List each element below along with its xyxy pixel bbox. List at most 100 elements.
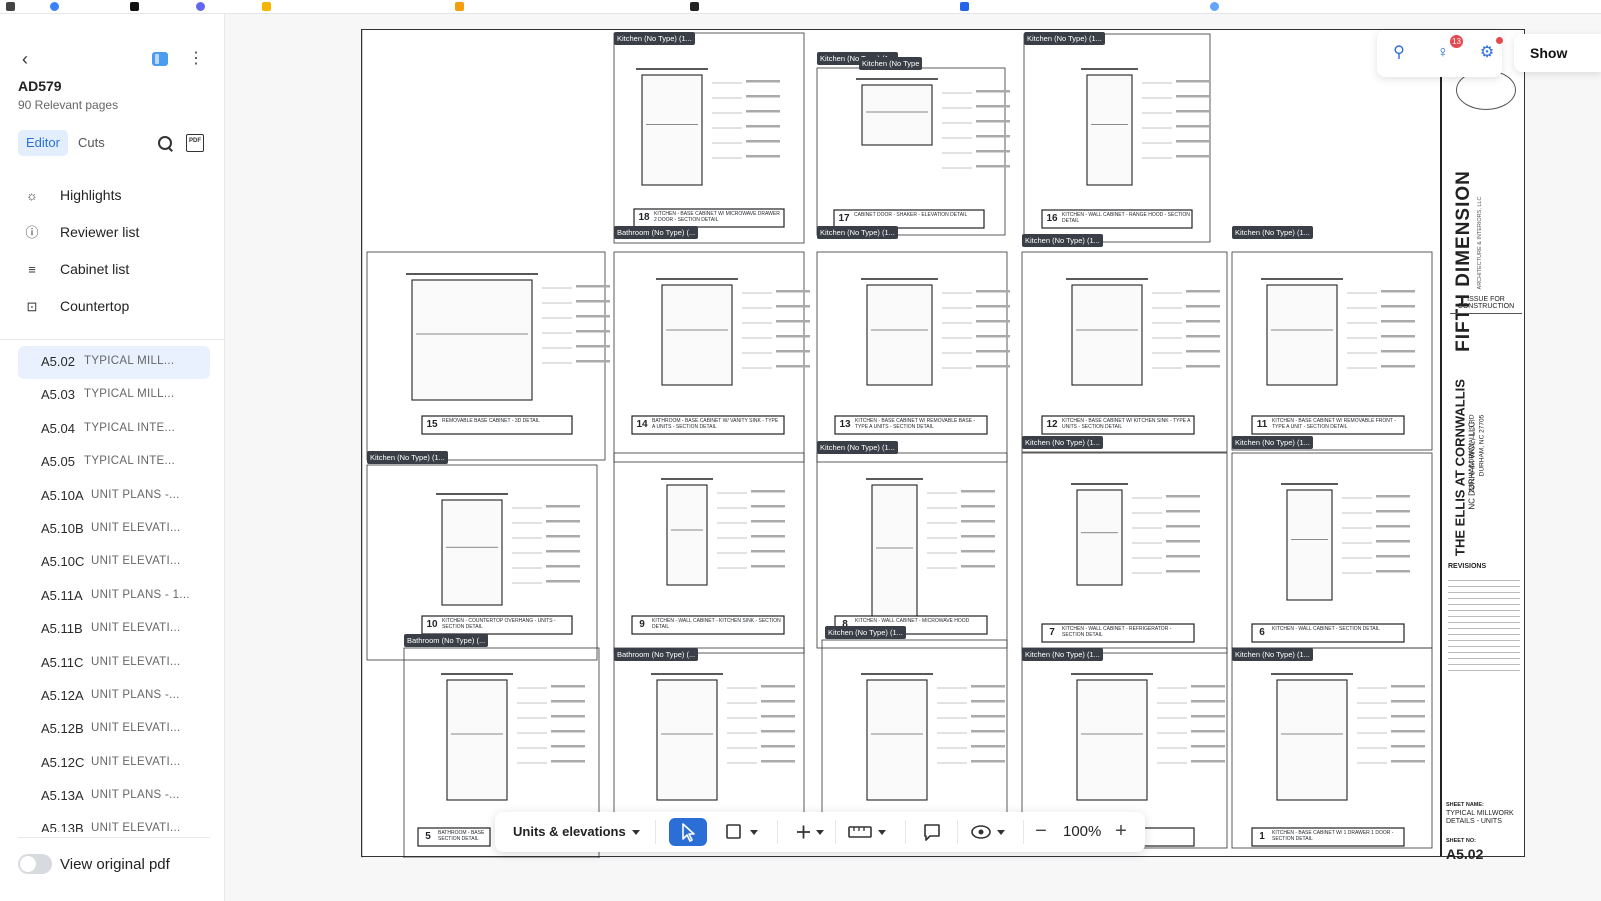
cabinet-type-tag[interactable]: Kitchen (No Type) (1... bbox=[1022, 234, 1103, 247]
lightbulb-icon[interactable]: ♀ bbox=[1433, 43, 1453, 63]
view-filter-label: Units & elevations bbox=[513, 824, 626, 839]
annotation-note bbox=[1391, 760, 1425, 763]
search-icon[interactable] bbox=[156, 134, 174, 152]
toolbar-separator bbox=[655, 820, 656, 844]
cabinet-type-tag[interactable]: Kitchen (No Type) (1... bbox=[825, 626, 906, 639]
cabinet-type-tag[interactable]: Bathroom (No Type) (... bbox=[404, 634, 489, 647]
annotation-note bbox=[1186, 350, 1220, 353]
menu-item-highlights[interactable]: ☼ Highlights bbox=[18, 178, 208, 215]
page-list-item[interactable]: A5.12B UNIT ELEVATI... bbox=[18, 713, 210, 746]
select-tool-button[interactable] bbox=[669, 818, 707, 846]
tab-cuts[interactable]: Cuts bbox=[70, 130, 113, 156]
page-list-item[interactable]: A5.10A UNIT PLANS -... bbox=[18, 480, 210, 513]
cabinet-type-tag[interactable]: Kitchen (No Type) (1... bbox=[1024, 32, 1105, 45]
page-list-item[interactable]: A5.11A UNIT PLANS - 1... bbox=[18, 580, 210, 613]
annotation-note bbox=[961, 490, 995, 493]
drawing-canvas[interactable]: 18 KITCHEN - BASE CABINET W/ MICROWAVE DR… bbox=[225, 14, 1601, 901]
page-list-item[interactable]: A5.12C UNIT ELEVATI... bbox=[18, 747, 210, 780]
visibility-tool-button[interactable] bbox=[965, 818, 1015, 846]
page-list-item[interactable]: A5.11B UNIT ELEVATI... bbox=[18, 613, 210, 646]
page-code: A5.13B bbox=[41, 821, 84, 832]
annotation-note bbox=[546, 580, 580, 583]
cabinet-type-tag[interactable]: Kitchen (No Type bbox=[859, 57, 923, 70]
more-vertical-icon[interactable]: ⋮ bbox=[188, 50, 204, 70]
show-button[interactable]: Show bbox=[1514, 34, 1601, 72]
cabinet-type-tag[interactable]: Kitchen (No Type) (1... bbox=[614, 32, 695, 45]
search-list-icon[interactable]: ⚲ bbox=[1389, 43, 1409, 63]
cabinet-section-drawing bbox=[661, 284, 733, 386]
eye-icon bbox=[971, 825, 1005, 839]
cabinet-type-tag[interactable]: Kitchen (No Type) (1... bbox=[1022, 648, 1103, 661]
annotation-note bbox=[751, 550, 785, 553]
zoom-in-button[interactable]: + bbox=[1109, 818, 1133, 846]
rectangle-tool-button[interactable] bbox=[717, 818, 767, 846]
page-list-item[interactable]: A5.11C UNIT ELEVATI... bbox=[18, 647, 210, 680]
detail-number: 11 bbox=[1256, 419, 1268, 430]
page-name: UNIT ELEVATI... bbox=[91, 755, 181, 768]
annotation-note bbox=[976, 335, 1010, 338]
page-code: A5.03 bbox=[41, 387, 75, 403]
page-list-item[interactable]: A5.03 TYPICAL MILL... bbox=[18, 379, 210, 412]
cabinet-type-tag[interactable]: Kitchen (No Type) (1... bbox=[817, 441, 898, 454]
annotation-note bbox=[1391, 745, 1425, 748]
page-name: UNIT ELEVATI... bbox=[91, 722, 181, 735]
settings-status-dot bbox=[1496, 37, 1503, 44]
issue-status: ISSUE FOR CONSTRUCTION bbox=[1450, 296, 1522, 314]
menu-item-countertop[interactable]: ⊡ Countertop bbox=[18, 289, 208, 326]
annotation-note bbox=[976, 320, 1010, 323]
annotation-note bbox=[546, 565, 580, 568]
cabinet-type-tag[interactable]: Kitchen (No Type) (1... bbox=[1022, 436, 1103, 449]
detail-title: KITCHEN - BASE CABINET W/ 1 DRAWER 1 DOO… bbox=[1272, 830, 1394, 842]
settings-gear-icon[interactable]: ⚙ bbox=[1477, 43, 1497, 63]
annotation-note bbox=[761, 700, 795, 703]
page-list-item[interactable]: A5.13B UNIT ELEVATI... bbox=[18, 813, 210, 832]
page-list-item[interactable]: A5.05 TYPICAL INTE... bbox=[18, 446, 210, 479]
cabinet-type-tag[interactable]: Kitchen (No Type) (1... bbox=[1232, 226, 1313, 239]
annotation-note bbox=[1381, 305, 1415, 308]
page-list-item[interactable]: A5.12A UNIT PLANS -... bbox=[18, 680, 210, 713]
detail-panel-frame bbox=[1021, 452, 1228, 654]
page-name: UNIT ELEVATI... bbox=[91, 555, 181, 568]
page-list-item[interactable]: A5.04 TYPICAL INTE... bbox=[18, 413, 210, 446]
comment-icon bbox=[924, 824, 940, 841]
cabinet-type-tag[interactable]: Bathroom (No Type) (... bbox=[614, 648, 699, 661]
annotation-note bbox=[746, 125, 780, 128]
annotation-note bbox=[976, 105, 1010, 108]
annotation-note bbox=[746, 80, 780, 83]
annotation-note bbox=[1191, 760, 1225, 763]
menu-item-cabinet-list[interactable]: ≡ Cabinet list bbox=[18, 252, 208, 289]
cabinet-section-drawing bbox=[411, 279, 533, 401]
annotation-note bbox=[1376, 540, 1410, 543]
annotation-note bbox=[1176, 95, 1210, 98]
page-list-item[interactable]: A5.02 TYPICAL MILL... bbox=[18, 346, 210, 380]
page-list-item[interactable]: A5.10B UNIT ELEVATI... bbox=[18, 513, 210, 546]
annotation-note bbox=[746, 110, 780, 113]
view-filter-dropdown[interactable]: Units & elevations bbox=[503, 818, 650, 846]
zoom-out-button[interactable]: − bbox=[1029, 818, 1053, 846]
comment-tool-button[interactable] bbox=[915, 818, 949, 846]
menu-item-reviewer-list[interactable]: ⓘ Reviewer list bbox=[18, 215, 208, 252]
annotation-note bbox=[961, 535, 995, 538]
add-tool-button[interactable] bbox=[785, 818, 831, 846]
cabinet-type-tag[interactable]: Kitchen (No Type) (1... bbox=[1232, 648, 1313, 661]
page-list-item[interactable]: A5.13A UNIT PLANS -... bbox=[18, 780, 210, 813]
page-code: A5.10A bbox=[41, 487, 84, 503]
annotation-note bbox=[1166, 495, 1200, 498]
sheet-number-label: SHEET NO: bbox=[1446, 838, 1476, 844]
pdf-export-icon[interactable] bbox=[186, 134, 204, 152]
page-list-item[interactable]: A5.10C UNIT ELEVATI... bbox=[18, 546, 210, 579]
cabinet-type-tag[interactable]: Kitchen (No Type) (1... bbox=[367, 451, 448, 464]
cabinet-type-tag[interactable]: Kitchen (No Type) (1... bbox=[817, 226, 898, 239]
cabinet-type-tag[interactable]: Bathroom (No Type) (... bbox=[614, 226, 699, 239]
cabinet-section-drawing bbox=[871, 484, 918, 626]
tab-editor[interactable]: Editor bbox=[18, 130, 68, 156]
detail-title: KITCHEN - BASE CABINET W/ MICROWAVE DRAW… bbox=[654, 211, 780, 223]
view-original-pdf-toggle[interactable] bbox=[18, 854, 52, 874]
annotation-note bbox=[1186, 320, 1220, 323]
chevron-left-icon[interactable]: ‹ bbox=[22, 50, 42, 70]
annotation-note bbox=[1391, 685, 1425, 688]
sidebar-panel-icon[interactable] bbox=[152, 52, 168, 66]
cabinet-type-tag[interactable]: Kitchen (No Type) (1... bbox=[1232, 436, 1313, 449]
annotation-note bbox=[576, 360, 610, 363]
measure-tool-button[interactable] bbox=[843, 818, 895, 846]
